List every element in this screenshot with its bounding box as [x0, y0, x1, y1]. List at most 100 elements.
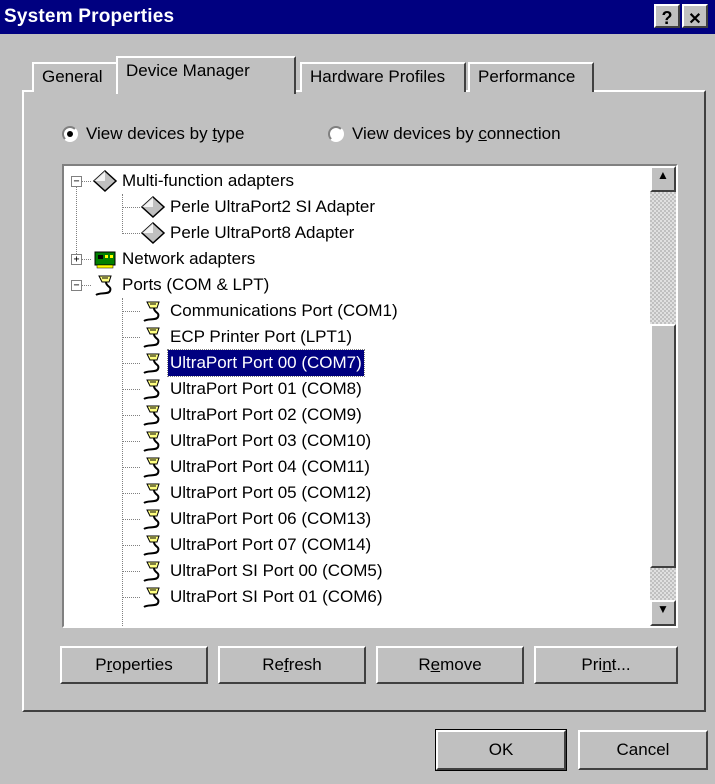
tree-node-label: Ports (COM & LPT): [122, 275, 270, 294]
port-plug-icon: [140, 325, 166, 349]
port-plug-icon: [140, 403, 166, 427]
port-plug-icon: [92, 273, 118, 297]
tab-device-manager[interactable]: Device Manager: [116, 56, 296, 94]
tree-node[interactable]: UltraPort Port 06 (COM13): [64, 506, 650, 532]
tree-node[interactable]: ECP Printer Port (LPT1): [64, 324, 650, 350]
port-plug-icon: [140, 507, 166, 531]
tree-connector: [122, 207, 140, 208]
arrow-down-icon: ▼: [657, 602, 669, 616]
tree-node-label: UltraPort Port 01 (COM8): [170, 379, 362, 398]
tab-device-manager-label: Device Manager: [126, 61, 250, 80]
diamond-icon: [140, 195, 166, 219]
tree-node[interactable]: UltraPort Port 05 (COM12): [64, 480, 650, 506]
tree-connector: [122, 467, 140, 468]
port-plug-icon: [140, 481, 166, 505]
diamond-icon: [92, 169, 118, 193]
tree-node-label: UltraPort Port 07 (COM14): [170, 535, 372, 554]
tree-connector: [81, 259, 91, 260]
scroll-down-button[interactable]: ▼: [650, 600, 676, 626]
tree-node-label: Communications Port (COM1): [170, 301, 398, 320]
port-plug-icon: [140, 585, 166, 609]
tree-node-label: Perle UltraPort2 SI Adapter: [170, 197, 376, 216]
tree-node[interactable]: − Ports (COM & LPT): [64, 272, 650, 298]
tree-connector: [122, 337, 140, 338]
tree-node-label: UltraPort SI Port 00 (COM5): [170, 561, 383, 580]
tree-node-label: Multi-function adapters: [122, 171, 294, 190]
tree-node-label: Network adapters: [122, 249, 256, 268]
view-by-connection-radio[interactable]: View devices by connection: [328, 124, 561, 144]
tree-node-label: UltraPort Port 03 (COM10): [170, 431, 372, 450]
tab-general[interactable]: General: [32, 62, 120, 92]
tab-general-label: General: [42, 67, 103, 86]
tree-node-label: ECP Printer Port (LPT1): [170, 327, 353, 346]
tree-connector: [122, 519, 140, 520]
properties-button[interactable]: Properties: [60, 646, 208, 684]
tree-node[interactable]: − Multi-function adapters: [64, 168, 650, 194]
tree-connector: [122, 311, 140, 312]
tree-node[interactable]: UltraPort Port 04 (COM11): [64, 454, 650, 480]
view-by-connection-label: View devices by connection: [352, 124, 561, 143]
title-bar: System Properties ? ✕: [0, 0, 715, 34]
port-plug-icon: [140, 429, 166, 453]
tree-connector: [122, 389, 140, 390]
tree-connector: [122, 571, 140, 572]
tree-node[interactable]: Communications Port (COM1): [64, 298, 650, 324]
vertical-scrollbar[interactable]: ▲ ▼: [650, 166, 676, 626]
tab-hardware-profiles-label: Hardware Profiles: [310, 67, 446, 86]
tree-connector: [81, 285, 91, 286]
tree-node-label: UltraPort SI Port 01 (COM6): [170, 587, 383, 606]
port-plug-icon: [140, 559, 166, 583]
expand-icon[interactable]: +: [71, 254, 82, 265]
tree-node-label: UltraPort Port 05 (COM12): [170, 483, 372, 502]
scroll-up-button[interactable]: ▲: [650, 166, 676, 192]
tree-node[interactable]: UltraPort Port 00 (COM7): [64, 349, 650, 377]
tree-connector: [122, 415, 140, 416]
port-plug-icon: [140, 377, 166, 401]
remove-button[interactable]: Remove: [376, 646, 524, 684]
tree-node-label: UltraPort Port 00 (COM7): [167, 349, 365, 377]
tree-connector: [122, 597, 140, 598]
tree-node[interactable]: UltraPort Port 02 (COM9): [64, 402, 650, 428]
device-tree-listbox[interactable]: − Multi-function adapters Perle UltraPort2…: [62, 164, 678, 628]
close-button[interactable]: ✕: [682, 4, 708, 28]
refresh-button[interactable]: Refresh: [218, 646, 366, 684]
scroll-thumb[interactable]: [650, 324, 676, 568]
radio-unselected-icon: [328, 126, 344, 142]
collapse-icon[interactable]: −: [71, 176, 82, 187]
port-plug-icon: [140, 351, 166, 375]
tree-node[interactable]: Perle UltraPort8 Adapter: [64, 220, 650, 246]
tree-node-label: UltraPort Port 06 (COM13): [170, 509, 372, 528]
help-button[interactable]: ?: [654, 4, 680, 28]
tree-node[interactable]: UltraPort Port 01 (COM8): [64, 376, 650, 402]
cancel-button[interactable]: Cancel: [578, 730, 708, 770]
tree-connector: [81, 181, 91, 182]
close-icon: ✕: [688, 11, 702, 28]
tree-node-label: Perle UltraPort8 Adapter: [170, 223, 355, 242]
tab-performance[interactable]: Performance: [468, 62, 594, 92]
view-by-type-label: View devices by type: [86, 124, 245, 143]
port-plug-icon: [140, 299, 166, 323]
tree-node-label: UltraPort Port 02 (COM9): [170, 405, 362, 424]
tree-connector: [122, 363, 140, 364]
tree-node-label: UltraPort Port 04 (COM11): [170, 457, 370, 476]
diamond-icon: [140, 221, 166, 245]
tree-node[interactable]: UltraPort Port 07 (COM14): [64, 532, 650, 558]
tree-node[interactable]: UltraPort Port 03 (COM10): [64, 428, 650, 454]
tree-node[interactable]: Perle UltraPort2 SI Adapter: [64, 194, 650, 220]
tab-hardware-profiles[interactable]: Hardware Profiles: [300, 62, 466, 92]
view-by-type-radio[interactable]: View devices by type: [62, 124, 244, 144]
network-card-icon: [92, 247, 118, 271]
ok-button[interactable]: OK: [435, 729, 567, 771]
radio-selected-icon: [62, 126, 78, 142]
tree-connector: [122, 441, 140, 442]
device-tree: − Multi-function adapters Perle UltraPort2…: [64, 166, 650, 626]
port-plug-icon: [140, 533, 166, 557]
tree-node[interactable]: + Network adapters: [64, 246, 650, 272]
tab-performance-label: Performance: [478, 67, 576, 86]
collapse-icon[interactable]: −: [71, 280, 82, 291]
print-button[interactable]: Print...: [534, 646, 678, 684]
tree-node[interactable]: UltraPort SI Port 01 (COM6): [64, 584, 650, 610]
tree-node[interactable]: UltraPort SI Port 00 (COM5): [64, 558, 650, 584]
tree-connector: [122, 493, 140, 494]
window-title: System Properties: [4, 6, 175, 27]
